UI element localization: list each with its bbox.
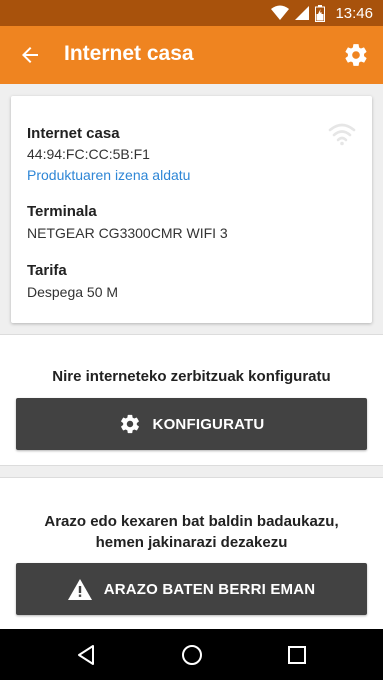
mac-address: 44:94:FC:CC:5B:F1 xyxy=(27,146,150,162)
status-time: 13:46 xyxy=(335,4,373,22)
configure-section: Nire interneteko zerbitzuak konfiguratu … xyxy=(0,334,383,466)
cell-signal-icon xyxy=(295,6,310,20)
page-title: Internet casa xyxy=(64,42,194,65)
gear-icon xyxy=(120,414,139,434)
configure-button-label: KONFIGURATU xyxy=(152,415,265,433)
nav-home-icon[interactable] xyxy=(180,643,204,667)
nav-back-icon[interactable] xyxy=(74,643,98,667)
tariff-label: Tarifa xyxy=(27,262,67,279)
battery-icon xyxy=(315,4,326,22)
app-bar: Internet casa xyxy=(0,26,383,84)
wifi-signal-icon xyxy=(328,123,356,146)
report-text-line1: Arazo edo kexaren bat baldin badaukazu, xyxy=(44,513,339,530)
tariff-value: Despega 50 M xyxy=(27,284,119,300)
configure-text: Nire interneteko zerbitzuak konfiguratu xyxy=(52,368,331,385)
gear-icon[interactable] xyxy=(343,42,369,68)
product-card: Internet casa 44:94:FC:CC:5B:F1 Produktu… xyxy=(11,96,372,323)
report-text-line2: hemen jakinarazi dezakezu xyxy=(95,534,288,551)
wifi-icon xyxy=(271,5,290,20)
terminal-value: NETGEAR CG3300CMR WIFI 3 xyxy=(27,225,228,241)
warning-icon xyxy=(67,578,92,600)
report-issue-button[interactable]: ARAZO BATEN BERRI EMAN xyxy=(16,563,367,615)
navigation-bar xyxy=(0,629,383,680)
back-arrow-icon[interactable] xyxy=(18,43,42,67)
report-section: Arazo edo kexaren bat baldin badaukazu, … xyxy=(0,477,383,629)
report-issue-button-label: ARAZO BATEN BERRI EMAN xyxy=(103,580,316,598)
configure-button[interactable]: KONFIGURATU xyxy=(16,398,367,450)
product-name: Internet casa xyxy=(27,125,120,142)
rename-product-link[interactable]: Produktuaren izena aldatu xyxy=(27,167,190,183)
status-icons: 13:46 xyxy=(271,4,373,22)
terminal-label: Terminala xyxy=(27,203,97,220)
nav-recents-icon[interactable] xyxy=(285,643,309,667)
content: Internet casa 44:94:FC:CC:5B:F1 Produktu… xyxy=(0,84,383,629)
status-bar: 13:46 xyxy=(0,0,383,26)
